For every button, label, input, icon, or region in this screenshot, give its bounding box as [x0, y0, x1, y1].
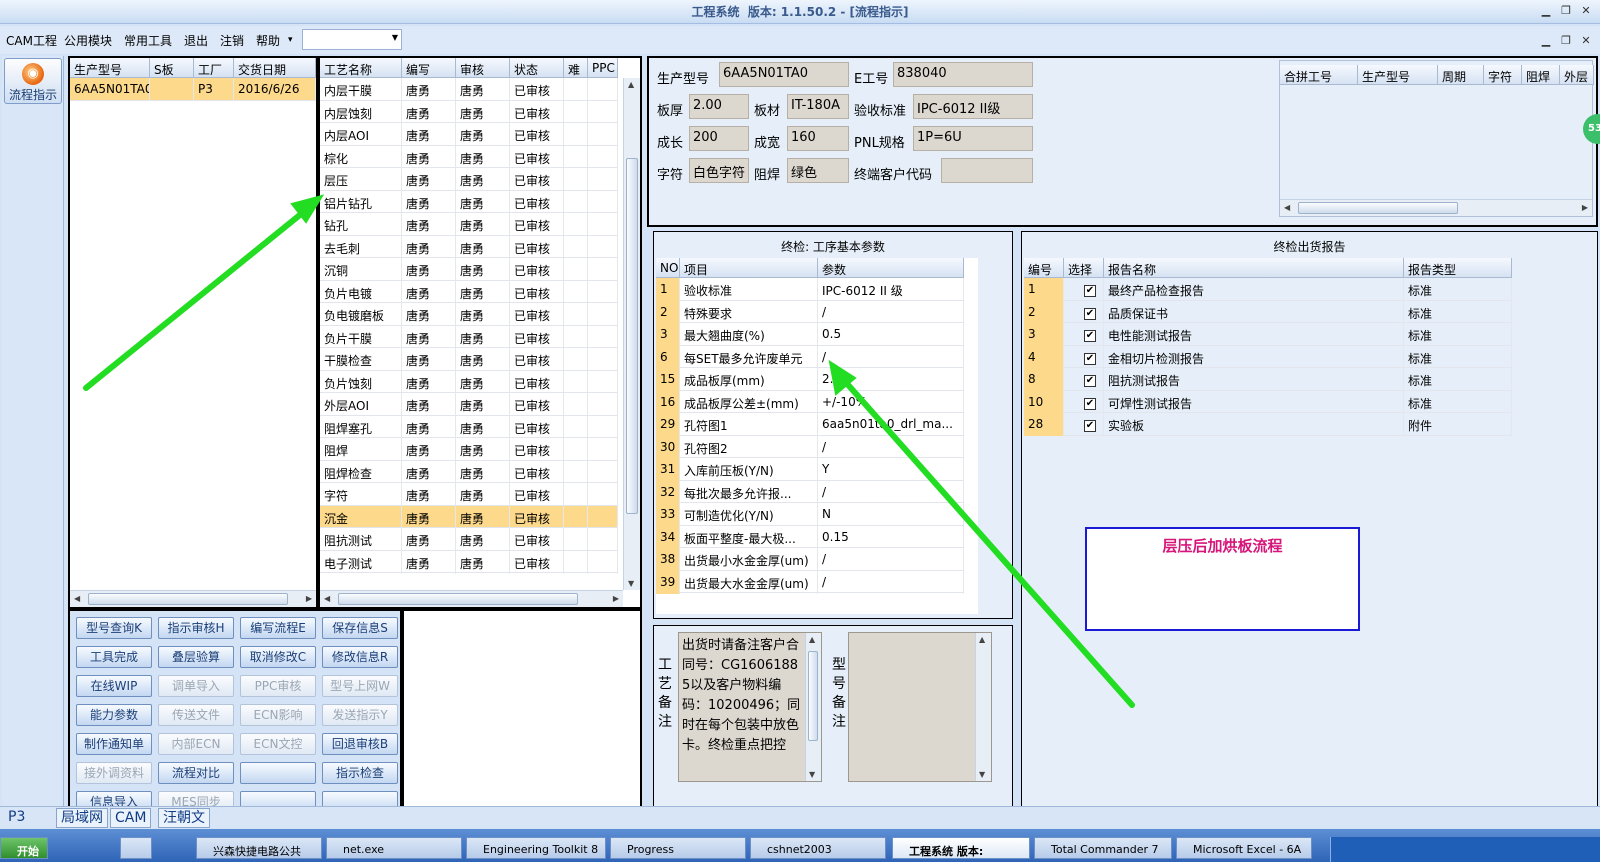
- taskbar-item-active[interactable]: 工程系统 版本:: [892, 837, 1030, 859]
- system-tray: [1330, 837, 1600, 862]
- taskbar-item[interactable]: cshnet2003: [750, 837, 886, 859]
- taskbar-item[interactable]: Progress: [610, 837, 746, 859]
- taskbar-quicklaunch[interactable]: [120, 837, 152, 859]
- status-user[interactable]: 汪朝文: [158, 808, 210, 828]
- taskbar: 开始 兴森快捷电路公共 net.exe Engineering Toolkit …: [0, 829, 1600, 862]
- arrow-to-param: [839, 375, 1135, 708]
- status-cam[interactable]: CAM: [110, 808, 152, 828]
- status-lan[interactable]: 局域网: [56, 808, 108, 828]
- taskbar-item[interactable]: 兴森快捷电路公共: [196, 837, 322, 859]
- taskbar-item[interactable]: net.exe: [326, 837, 462, 859]
- status-bar: P3 局域网 CAM 汪朝文: [0, 806, 1600, 828]
- start-button[interactable]: 开始: [0, 837, 48, 859]
- status-factory: P3: [8, 809, 26, 825]
- arrow-overlay: [83, 194, 1135, 708]
- taskbar-item[interactable]: Total Commander 7: [1034, 837, 1172, 859]
- taskbar-item[interactable]: Engineering Toolkit 8: [466, 837, 606, 859]
- taskbar-item[interactable]: Microsoft Excel - 6A: [1176, 837, 1312, 859]
- arrow-to-lamination: [83, 207, 309, 391]
